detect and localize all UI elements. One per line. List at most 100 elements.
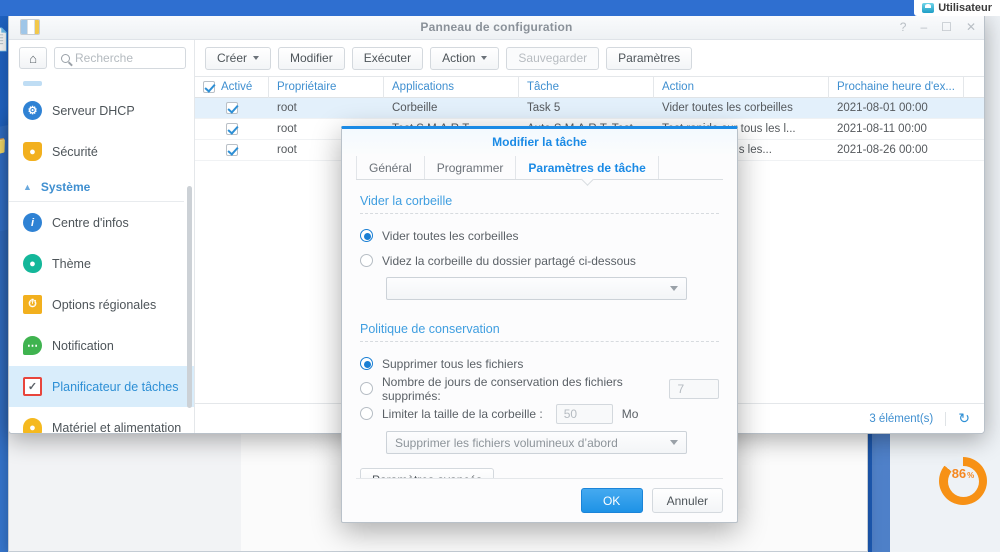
minimize-icon[interactable]: – (920, 14, 927, 40)
settings-button[interactable]: Paramètres (606, 47, 692, 70)
create-button[interactable]: Créer (205, 47, 271, 70)
sidebar-item-theme[interactable]: ● Thème (9, 243, 194, 284)
table-row[interactable]: root Corbeille Task 5 Vider toutes les c… (195, 98, 984, 119)
refresh-icon[interactable]: ↻ (958, 410, 970, 427)
column-header-action[interactable]: Action (654, 76, 829, 98)
sidebar-item-info-center[interactable]: i Centre d'infos (9, 202, 194, 243)
radio-icon[interactable] (360, 407, 373, 420)
sidebar-item-cutoff-label (52, 76, 55, 90)
resource-gauge[interactable]: 86 % (939, 457, 987, 505)
deletion-order-value: Supprimer les fichiers volumineux d’abor… (395, 436, 618, 450)
shared-folder-dropdown[interactable] (386, 277, 687, 300)
size-limit-unit: Mo (622, 407, 639, 421)
row-task: Task 5 (519, 102, 654, 114)
column-header-enabled[interactable]: Activé (195, 76, 269, 98)
tab-task-settings[interactable]: Paramètres de tâche (516, 156, 658, 180)
retention-days-input[interactable]: 7 (669, 379, 719, 399)
column-header-task[interactable]: Tâche (519, 76, 654, 98)
radio-empty-all-trash-label: Vider toutes les corbeilles (382, 229, 519, 243)
search-box[interactable] (54, 47, 186, 69)
edit-task-dialog[interactable]: Modifier la tâche Général Programmer Par… (341, 126, 738, 523)
maximize-icon[interactable]: ☐ (941, 14, 952, 40)
sidebar-item-dhcp[interactable]: ⚙ Serveur DHCP (9, 90, 194, 131)
chevron-up-icon: ▲ (23, 182, 32, 192)
sidebar-item-security[interactable]: ● Sécurité (9, 131, 194, 172)
home-icon: ⌂ (29, 51, 37, 66)
taskbar-user[interactable]: Utilisateur (914, 0, 1000, 16)
tab-schedule[interactable]: Programmer (425, 156, 517, 180)
radio-icon[interactable] (360, 382, 373, 395)
sidebar-item-hardware-power[interactable]: ● Matériel et alimentation (9, 407, 194, 433)
column-header-applications[interactable]: Applications (384, 76, 519, 98)
control-panel-titlebar: Panneau de configuration ? – ☐ ✕ (9, 14, 984, 40)
sidebar-scrollbar[interactable] (187, 186, 192, 408)
gauge-percent-symbol: % (967, 471, 974, 480)
sidebar: ⌂ ⚙ Serveur DHCP (9, 40, 195, 433)
ok-button[interactable]: OK (581, 488, 643, 513)
cancel-button[interactable]: Annuler (652, 488, 723, 513)
window-controls: ? – ☐ ✕ (900, 14, 976, 40)
palette-icon: ● (23, 254, 42, 273)
row-checkbox[interactable] (226, 144, 238, 156)
row-checkbox[interactable] (226, 123, 238, 135)
edit-button[interactable]: Modifier (278, 47, 345, 70)
run-button[interactable]: Exécuter (352, 47, 423, 70)
shield-icon: ● (23, 142, 42, 161)
column-header-owner[interactable]: Propriétaire (269, 76, 384, 98)
radio-size-limit[interactable]: Limiter la taille de la corbeille : 50 M… (360, 401, 719, 426)
tab-general[interactable]: Général (356, 156, 425, 180)
radio-empty-all-trash[interactable]: Vider toutes les corbeilles (360, 223, 719, 248)
column-header-enabled-label: Activé (221, 81, 252, 93)
sidebar-nav: ⚙ Serveur DHCP ● Sécurité ▲ Système i Ce… (9, 76, 194, 433)
network-icon (23, 81, 42, 86)
lightbulb-icon: ● (23, 418, 42, 433)
calendar-check-icon: ✓ (23, 377, 42, 396)
dhcp-icon: ⚙ (23, 101, 42, 120)
row-checkbox[interactable] (226, 102, 238, 114)
sidebar-item-label: Options régionales (52, 298, 156, 312)
item-count-label: 3 élément(s) (869, 413, 933, 425)
sidebar-search-row: ⌂ (9, 40, 194, 76)
section-title-empty-trash: Vider la corbeille (360, 194, 719, 213)
radio-icon[interactable] (360, 229, 373, 242)
radio-icon[interactable] (360, 357, 373, 370)
run-button-label: Exécuter (364, 51, 411, 65)
help-icon[interactable]: ? (900, 14, 907, 40)
sidebar-item-label: Matériel et alimentation (52, 421, 181, 434)
radio-empty-shared-folder[interactable]: Videz la corbeille du dossier partagé ci… (360, 248, 719, 273)
search-input[interactable] (75, 51, 179, 65)
close-icon[interactable]: ✕ (966, 14, 976, 40)
radio-retention-days[interactable]: Nombre de jours de conservation des fich… (360, 376, 719, 401)
sidebar-item-label: Sécurité (52, 145, 98, 159)
sidebar-item-task-scheduler[interactable]: ✓ Planificateur de tâches (9, 366, 194, 407)
status-divider (945, 412, 946, 426)
deletion-order-dropdown[interactable]: Supprimer les fichiers volumineux d’abor… (386, 431, 687, 454)
info-icon: i (23, 213, 42, 232)
save-button[interactable]: Sauvegarder (506, 47, 599, 70)
sidebar-group-system[interactable]: ▲ Système (9, 172, 184, 202)
radio-delete-all-files[interactable]: Supprimer tous les fichiers (360, 351, 719, 376)
sidebar-item-notification[interactable]: ⋯ Notification (9, 325, 194, 366)
sidebar-item-regional-options[interactable]: ⏱ Options régionales (9, 284, 194, 325)
row-next-run: 2021-08-01 00:00 (829, 102, 964, 114)
gauge-value-container: 86 % (948, 466, 979, 497)
home-button[interactable]: ⌂ (19, 47, 47, 69)
column-header-next-run[interactable]: Prochaine heure d'ex... (829, 76, 964, 98)
radio-icon[interactable] (360, 254, 373, 267)
row-action: Vider toutes les corbeilles (654, 102, 829, 114)
dialog-tabs: Général Programmer Paramètres de tâche (342, 154, 737, 180)
sidebar-item-label: Planificateur de tâches (52, 380, 178, 394)
sidebar-item-cutoff[interactable] (9, 76, 194, 90)
select-all-checkbox[interactable] (203, 81, 215, 93)
action-button[interactable]: Action (430, 47, 499, 70)
row-enabled-cell[interactable] (195, 144, 269, 156)
row-enabled-cell[interactable] (195, 123, 269, 135)
size-limit-input[interactable]: 50 (556, 404, 613, 424)
toolbar: Créer Modifier Exécuter Action Sauvega (195, 40, 984, 76)
radio-retention-days-label: Nombre de jours de conservation des fich… (382, 375, 656, 403)
row-enabled-cell[interactable] (195, 102, 269, 114)
dialog-title: Modifier la tâche (342, 129, 737, 154)
row-next-run: 2021-08-11 00:00 (829, 123, 964, 135)
table-header-row: Activé Propriétaire Applications Tâche A… (195, 76, 984, 98)
advanced-settings-button[interactable]: Paramètres avancés (360, 468, 494, 478)
